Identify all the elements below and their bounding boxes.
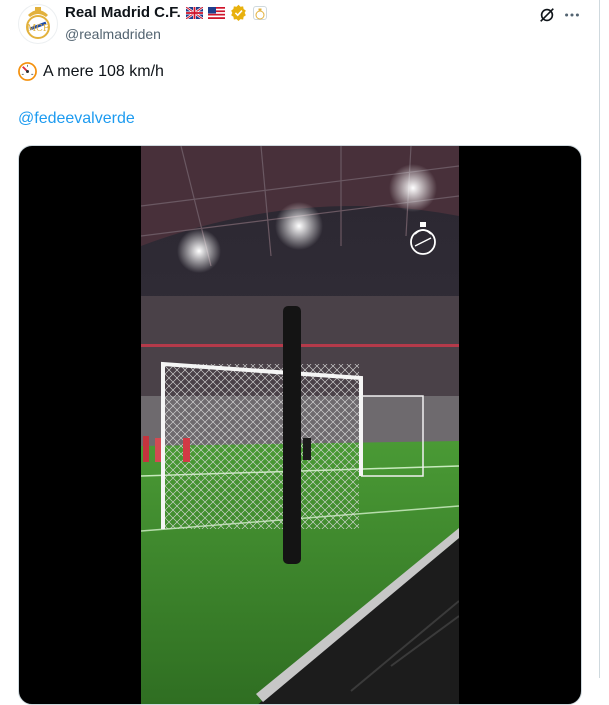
more-options-icon[interactable]: [563, 6, 581, 24]
mention-link[interactable]: @fedeevalverde: [18, 110, 135, 128]
speedometer-icon: [18, 62, 37, 81]
author-name-row: Real Madrid C.F.: [65, 4, 267, 21]
real-madrid-crest-icon: MCF: [26, 7, 50, 39]
flag-uk-icon: [185, 6, 203, 19]
svg-text:MCF: MCF: [27, 24, 49, 34]
grok-icon[interactable]: [538, 6, 556, 24]
author-handle[interactable]: @realmadriden: [65, 26, 161, 42]
gold-verified-icon[interactable]: [230, 4, 247, 21]
flag-us-icon: [207, 6, 225, 19]
tweet-text-line: A mere 108 km/h: [18, 62, 164, 81]
tweet-text: A mere 108 km/h: [43, 62, 164, 80]
author-avatar[interactable]: MCF: [18, 4, 58, 44]
tweet-card[interactable]: MCF Real Madrid C.F. @realmadriden A mer…: [0, 0, 600, 705]
real-madrid-crest-icon: [255, 8, 265, 19]
affiliate-badge[interactable]: [252, 5, 267, 20]
video-frame: [141, 146, 459, 704]
tweet-video[interactable]: [18, 145, 582, 705]
author-display-name[interactable]: Real Madrid C.F.: [65, 4, 181, 21]
